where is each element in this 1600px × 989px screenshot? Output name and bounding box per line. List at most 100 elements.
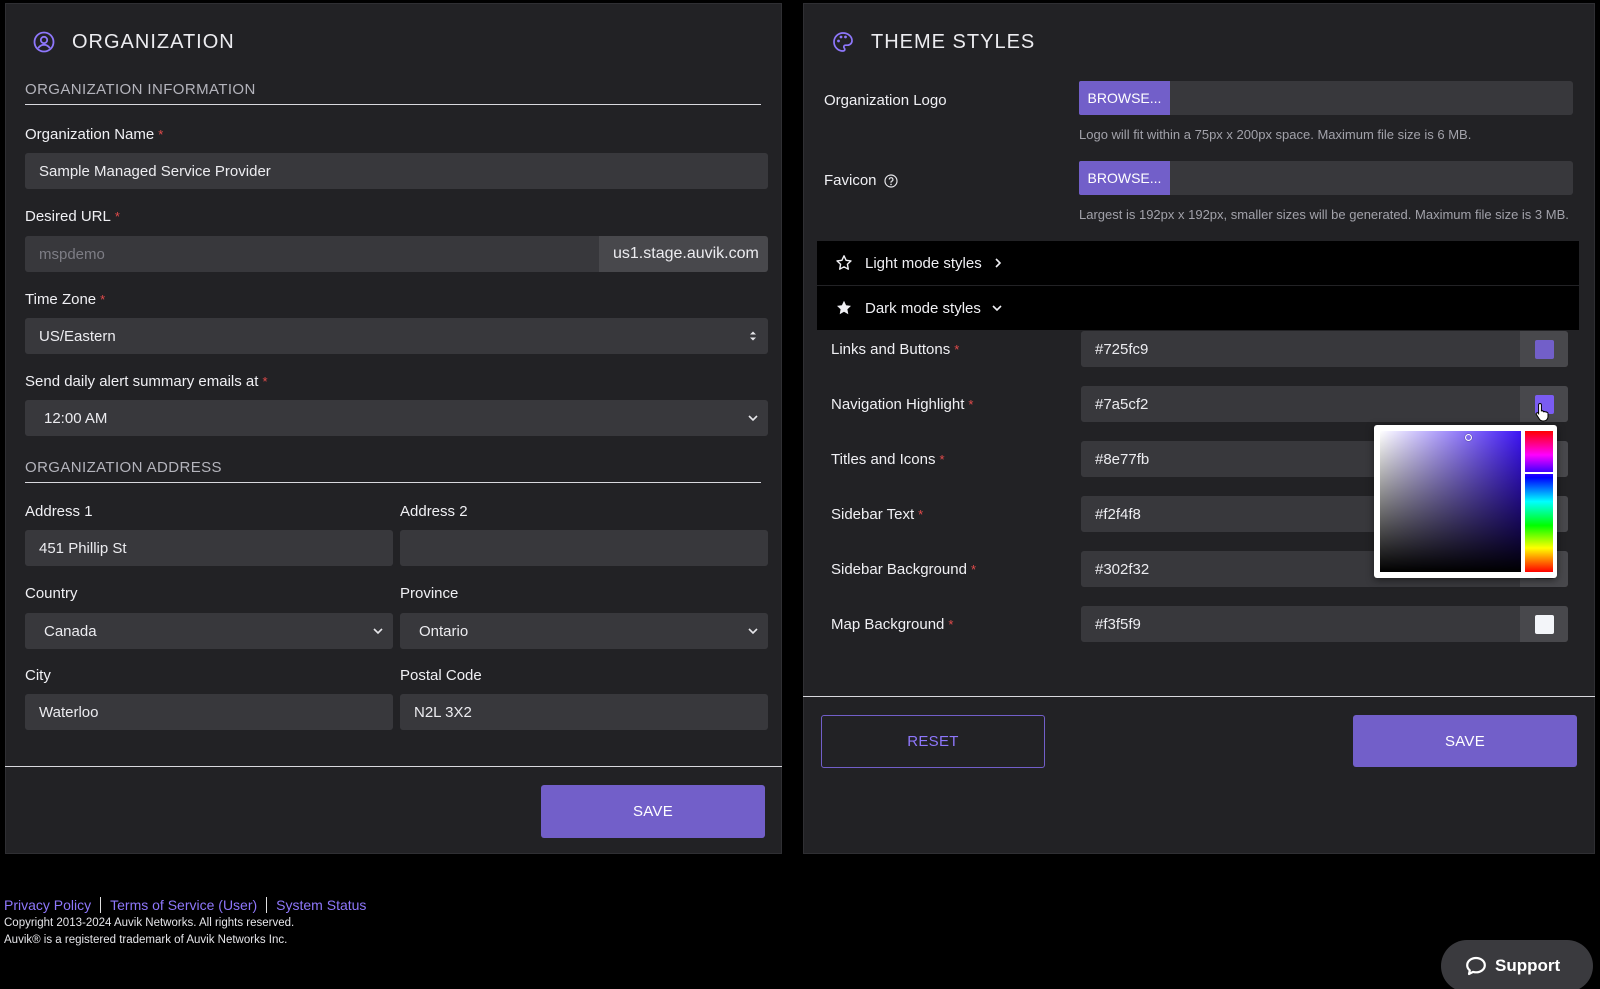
required-mark: *	[100, 292, 106, 307]
required-mark: *	[158, 127, 164, 142]
map-background-label: Map Background *	[831, 616, 954, 633]
country-label: Country	[25, 585, 78, 602]
desired-url-label: Desired URL *	[25, 208, 120, 225]
picker-cursor[interactable]	[1465, 434, 1472, 441]
map-background-color-input[interactable]: #f3f5f9	[1081, 606, 1568, 642]
theme-save-button[interactable]: SAVE	[1353, 715, 1577, 767]
theme-styles-header: THEME STYLES	[831, 30, 1035, 54]
map-background-swatch-button[interactable]	[1520, 606, 1568, 642]
required-mark: *	[939, 452, 945, 467]
saturation-value-area[interactable]	[1380, 431, 1521, 572]
divider	[803, 696, 1595, 697]
navigation-highlight-label: Navigation Highlight *	[831, 396, 974, 413]
titles-icons-color-value: #8e77fb	[1095, 450, 1150, 468]
hue-slider[interactable]	[1525, 431, 1553, 572]
country-select[interactable]: Canada	[25, 613, 393, 649]
color-swatch	[1534, 339, 1554, 359]
province-select[interactable]: Ontario	[400, 613, 768, 649]
help-icon[interactable]	[883, 173, 898, 188]
timezone-label: Time Zone *	[25, 291, 106, 308]
timezone-select[interactable]: US/Eastern	[25, 318, 768, 354]
required-mark: *	[954, 342, 960, 357]
link-separator	[100, 897, 102, 913]
required-mark: *	[918, 507, 924, 522]
hand-cursor-icon	[1535, 402, 1549, 422]
star-outline-icon	[836, 255, 852, 270]
chevron-down-icon	[748, 628, 758, 635]
postal-code-input[interactable]: N2L 3X2	[400, 694, 768, 730]
required-mark: *	[114, 209, 120, 224]
system-status-link[interactable]: System Status	[276, 897, 366, 913]
link-separator	[266, 897, 268, 913]
chevron-down-icon	[748, 415, 758, 422]
support-label: Support	[1495, 956, 1561, 975]
links-buttons-color-value: #725fc9	[1095, 340, 1149, 358]
color-swatch	[1534, 614, 1554, 634]
organization-save-button[interactable]: SAVE	[541, 785, 765, 838]
dark-mode-styles-label: Dark mode styles	[865, 299, 981, 317]
alert-time-label: Send daily alert summary emails at *	[25, 373, 268, 390]
org-logo-browse-button[interactable]: BROWSE...	[1079, 81, 1170, 115]
alert-time-value: 12:00 AM	[44, 409, 108, 427]
org-logo-hint: Logo will fit within a 75px x 200px spac…	[1079, 127, 1472, 142]
org-logo-label: Organization Logo	[824, 92, 947, 109]
up-down-arrows-icon	[750, 331, 756, 341]
terms-of-service-link[interactable]: Terms of Service (User)	[110, 897, 257, 913]
divider	[5, 766, 782, 767]
address1-input[interactable]: 451 Phillip St	[25, 530, 393, 566]
copyright-text: Copyright 2013-2024 Auvik Networks. All …	[4, 917, 295, 929]
org-name-label: Organization Name *	[25, 126, 164, 143]
required-mark: *	[968, 397, 974, 412]
required-mark: *	[948, 617, 954, 632]
hue-slider-handle[interactable]	[1525, 472, 1553, 474]
org-info-section-title: ORGANIZATION INFORMATION	[25, 81, 761, 105]
org-address-section-title: ORGANIZATION ADDRESS	[25, 459, 761, 483]
required-mark: *	[970, 562, 976, 577]
required-mark: *	[262, 374, 268, 389]
chevron-right-icon	[995, 258, 1001, 268]
timezone-value: US/Eastern	[39, 327, 116, 345]
org-name-input[interactable]: Sample Managed Service Provider	[25, 153, 768, 189]
organization-header: ORGANIZATION	[32, 30, 235, 54]
province-label: Province	[400, 585, 459, 602]
footer-links: Privacy Policy Terms of Service (User) S…	[4, 897, 366, 913]
privacy-policy-link[interactable]: Privacy Policy	[4, 897, 91, 913]
favicon-hint: Largest is 192px x 192px, smaller sizes …	[1079, 207, 1569, 222]
sidebar-text-label: Sidebar Text *	[831, 506, 924, 523]
dark-mode-styles-toggle[interactable]: Dark mode styles	[817, 286, 1579, 330]
alert-time-select[interactable]: 12:00 AM	[25, 400, 768, 436]
sidebar-background-color-value: #302f32	[1095, 560, 1150, 578]
light-mode-styles-toggle[interactable]: Light mode styles	[817, 241, 1579, 285]
color-picker-popover	[1374, 425, 1557, 578]
user-circle-icon	[32, 30, 56, 54]
address2-input[interactable]	[400, 530, 768, 566]
navigation-highlight-color-input[interactable]: #7a5cf2	[1081, 386, 1568, 422]
theme-reset-button[interactable]: RESET	[821, 715, 1045, 768]
city-label: City	[25, 667, 51, 684]
links-buttons-color-input[interactable]: #725fc9	[1081, 331, 1568, 367]
map-background-color-value: #f3f5f9	[1095, 615, 1141, 633]
address1-label: Address 1	[25, 503, 93, 520]
titles-icons-label: Titles and Icons *	[831, 451, 945, 468]
favicon-browse-button[interactable]: BROWSE...	[1079, 161, 1170, 195]
postal-code-label: Postal Code	[400, 667, 482, 684]
city-input[interactable]: Waterloo	[25, 694, 393, 730]
star-filled-icon	[837, 300, 851, 315]
links-buttons-label: Links and Buttons *	[831, 341, 960, 358]
favicon-label: Favicon	[824, 172, 898, 189]
desired-url-input[interactable]: mspdemo	[25, 236, 600, 272]
organization-title: ORGANIZATION	[72, 30, 235, 53]
links-buttons-swatch-button[interactable]	[1520, 331, 1568, 367]
sidebar-text-color-value: #f2f4f8	[1095, 505, 1141, 523]
chevron-down-icon	[992, 305, 1002, 312]
chevron-down-icon	[373, 628, 383, 635]
url-suffix: us1.stage.auvik.com	[599, 236, 768, 272]
support-button[interactable]: Support	[1441, 940, 1593, 989]
palette-icon	[831, 30, 855, 54]
light-mode-styles-label: Light mode styles	[865, 254, 982, 272]
trademark-text: Auvik® is a registered trademark of Auvi…	[4, 934, 288, 946]
province-value: Ontario	[419, 622, 469, 640]
country-value: Canada	[44, 622, 97, 640]
navigation-highlight-color-value: #7a5cf2	[1095, 395, 1149, 413]
address2-label: Address 2	[400, 503, 468, 520]
